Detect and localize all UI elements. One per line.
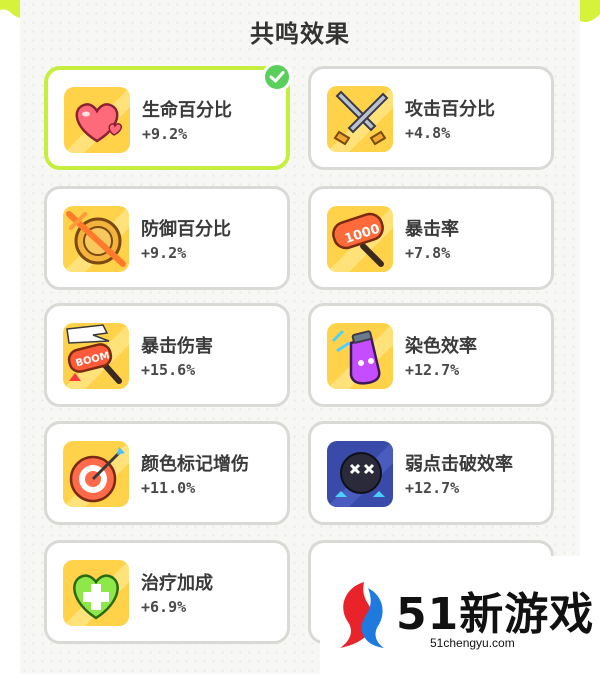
effect-name: 治疗加成 — [141, 573, 213, 594]
effect-card-dye-efficiency[interactable]: 染色效率 +12.7% — [308, 303, 554, 407]
effect-card-crit-damage[interactable]: BOOM 暴击伤害 +15.6% — [44, 303, 290, 407]
weak-point-icon — [327, 441, 393, 507]
effect-card-color-mark-damage[interactable]: 颜色标记增伤 +11.0% — [44, 421, 290, 525]
shield-broken-icon — [63, 206, 129, 272]
watermark-logo-icon — [340, 582, 384, 648]
effect-name: 弱点击破效率 — [405, 454, 513, 475]
effect-value: +15.6% — [141, 361, 196, 379]
watermark-url: 51chengyu.com — [430, 636, 515, 650]
hammer-1000-icon: 1000 — [327, 206, 393, 272]
effect-card-hp-percent[interactable]: 生命百分比 +9.2% — [44, 66, 290, 170]
effect-name: 颜色标记增伤 — [141, 454, 249, 475]
boom-hammer-icon: BOOM — [63, 323, 129, 389]
effect-name: 染色效率 — [405, 336, 477, 357]
effect-name: 攻击百分比 — [405, 99, 495, 120]
sword-icon — [327, 86, 393, 152]
effect-value: +7.8% — [405, 244, 451, 262]
heal-heart-icon — [63, 560, 129, 626]
effect-card-atk-percent[interactable]: 攻击百分比 +4.8% — [308, 66, 554, 170]
heart-icon — [64, 87, 130, 153]
watermark-text: 51新游戏 — [396, 589, 595, 640]
effect-value: +4.8% — [405, 124, 451, 142]
selected-check-icon — [262, 62, 292, 92]
effect-card-heal-bonus[interactable]: 治疗加成 +6.9% — [44, 540, 290, 644]
effect-card-weak-point-break[interactable]: 弱点击破效率 +12.7% — [308, 421, 554, 525]
effect-card-crit-rate[interactable]: 1000 暴击率 +7.8% — [308, 186, 554, 290]
effect-name: 生命百分比 — [142, 100, 232, 121]
effect-value: +9.2% — [141, 244, 187, 262]
effect-name: 暴击伤害 — [141, 336, 213, 357]
paint-potion-icon — [327, 323, 393, 389]
panel-title: 共鸣效果 — [250, 20, 350, 48]
effect-value: +11.0% — [141, 479, 196, 497]
effect-value: +6.9% — [141, 598, 187, 616]
effect-value: +9.2% — [142, 125, 188, 143]
target-icon — [63, 441, 129, 507]
effect-name: 防御百分比 — [141, 219, 231, 240]
effect-value: +12.7% — [405, 479, 460, 497]
effect-value: +12.7% — [405, 361, 460, 379]
effect-card-def-percent[interactable]: 防御百分比 +9.2% — [44, 186, 290, 290]
effect-name: 暴击率 — [405, 219, 459, 240]
